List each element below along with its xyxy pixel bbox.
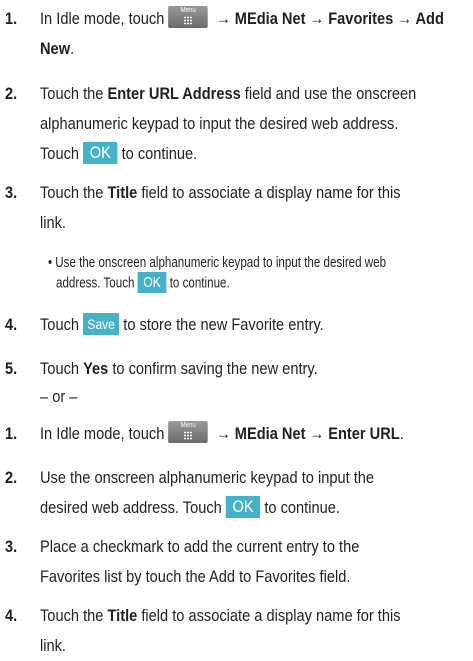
step-text: In Idle mode, touch Menu → MEdia Net → F… bbox=[40, 5, 444, 28]
step-number: 2. bbox=[5, 469, 18, 487]
step-number: 2. bbox=[5, 85, 18, 103]
menu-key-icon: Menu bbox=[168, 5, 208, 28]
bullet-note: • Use the onscreen alphanumeric keypad t… bbox=[48, 255, 387, 271]
or-separator: – or – bbox=[40, 387, 78, 406]
instructions-page: 1. In Idle mode, touch Menu → MEdia Net … bbox=[0, 0, 473, 655]
step-number: 4. bbox=[5, 316, 18, 334]
step-number: 3. bbox=[5, 538, 18, 556]
ok-button: OK bbox=[83, 141, 118, 164]
save-button: Save bbox=[83, 312, 120, 335]
ok-button: OK bbox=[225, 495, 261, 518]
step-number: 3. bbox=[5, 184, 18, 202]
step-number: 1. bbox=[5, 425, 18, 443]
ok-button: OK bbox=[137, 272, 167, 293]
step-number: 1. bbox=[5, 10, 18, 28]
menu-key-icon: Menu bbox=[168, 420, 208, 443]
step-number: 5. bbox=[5, 360, 18, 378]
